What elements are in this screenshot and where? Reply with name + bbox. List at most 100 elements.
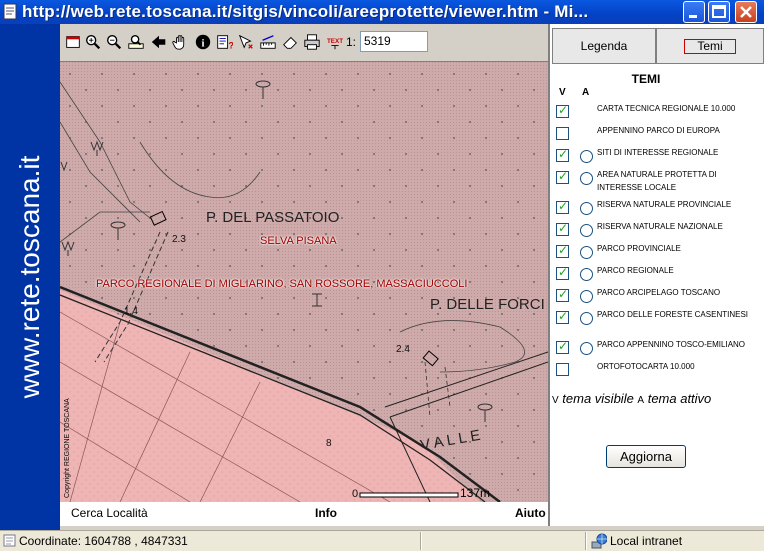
tab-themes[interactable]: Temi (656, 28, 764, 64)
layer-visible-checkbox[interactable] (556, 363, 569, 376)
scale-input[interactable]: 5319 (360, 31, 428, 52)
layer-visible-checkbox[interactable] (556, 243, 569, 258)
coordinates-readout: Coordinate: 1604788 , 4847331 (19, 534, 188, 548)
scalebar-start: 0 (352, 488, 359, 500)
layer-row: CARTA TECNICA REGIONALE 10.000 (556, 102, 762, 124)
layer-row: PARCO PROVINCIALE (556, 242, 762, 264)
brand-sidebar: www.rete.toscana.it (0, 24, 60, 530)
layer-row: PARCO APPENNINO TOSCO-EMILIANO (556, 338, 762, 360)
layer-row: APPENNINO PARCO DI EUROPA (556, 124, 762, 146)
area-label-parco: PARCO REGIONALE DI MIGLIARINO, SAN ROSSO… (96, 278, 468, 290)
pan-hand-icon[interactable] (171, 32, 191, 52)
intranet-globe-icon (591, 533, 607, 549)
layer-active-radio[interactable] (580, 202, 593, 215)
print-icon[interactable] (302, 32, 322, 52)
layer-active-radio[interactable] (580, 342, 593, 355)
layer-visible-checkbox[interactable] (556, 147, 569, 162)
panel-tabs: Legenda Temi (550, 28, 764, 64)
info-link[interactable]: Info (315, 506, 337, 520)
layer-label: CARTA TECNICA REGIONALE 10.000 (597, 104, 736, 113)
layer-label: PARCO ARCIPELAGO TOSCANO (597, 288, 721, 297)
security-zone: Local intranet (610, 534, 683, 548)
spot-height: 1.4 (124, 306, 138, 317)
maximize-icon (712, 5, 726, 18)
layer-row: SITI DI INTERESSE REGIONALE (556, 146, 762, 168)
col-head-active: A (582, 87, 590, 98)
map-bottom-bar: Cerca Località Info Aiuto (60, 502, 548, 526)
minimize-icon (689, 15, 697, 18)
eraser-icon[interactable] (280, 32, 300, 52)
layer-row: RISERVA NATURALE NAZIONALE (556, 220, 762, 242)
layer-visible-checkbox[interactable] (556, 127, 569, 140)
layer-visible-checkbox[interactable] (556, 265, 569, 280)
status-bar: Coordinate: 1604788 , 4847331 Local intr… (0, 530, 764, 551)
layer-visible-checkbox[interactable] (556, 309, 569, 324)
layer-label: SITI DI INTERESSE REGIONALE (597, 148, 719, 157)
layer-active-radio[interactable] (580, 268, 593, 281)
search-locality-link[interactable]: Cerca Località (71, 506, 148, 520)
layer-row: ORTOFOTOCARTA 10.000 (556, 360, 762, 382)
layer-active-radio[interactable] (580, 312, 593, 325)
layer-label: APPENNINO PARCO DI EUROPA (597, 126, 720, 135)
map-copyright: Copyright REGIONE TOSCANA (64, 398, 71, 498)
layer-active-radio[interactable] (580, 172, 593, 185)
layer-label: ORTOFOTOCARTA 10.000 (597, 362, 695, 371)
close-button[interactable] (735, 1, 757, 23)
layer-visible-checkbox[interactable] (556, 221, 569, 236)
help-link[interactable]: Aiuto (515, 506, 546, 520)
layer-active-radio[interactable] (580, 290, 593, 303)
layer-visible-checkbox[interactable] (556, 199, 569, 214)
layer-label: AREA NATURALE PROTETTA DI INTERESSE LOCA… (597, 170, 717, 192)
layer-row: PARCO ARCIPELAGO TOSCANO (556, 286, 762, 308)
scalebar-end: 137m (460, 486, 491, 500)
locality-forci: P. DELLE FORCI (430, 296, 545, 313)
layer-row: PARCO DELLE FORESTE CASENTINESI (556, 308, 762, 334)
zoom-in-icon[interactable] (83, 32, 103, 52)
note-visible-key: V (552, 395, 559, 406)
svg-text:i: i (202, 38, 205, 50)
minimize-button[interactable] (683, 1, 705, 23)
layer-label: RISERVA NATURALE PROVINCIALE (597, 200, 732, 209)
map-view[interactable]: P. DEL PASSATOIO P. DELLE FORCI V A L L … (60, 62, 548, 502)
scale-prefix: 1: (346, 35, 357, 49)
maximize-button[interactable] (708, 1, 730, 23)
page-status-icon (3, 534, 16, 547)
layer-label: PARCO DELLE FORESTE CASENTINESI (597, 310, 748, 319)
layer-visible-checkbox[interactable] (556, 339, 569, 354)
layer-active-radio[interactable] (580, 224, 593, 237)
spot-height: 8 (326, 438, 332, 449)
text-icon[interactable]: TEXT (325, 32, 345, 52)
locality-passatoio: P. DEL PASSATOIO (206, 209, 340, 226)
window-title: http://web.rete.toscana.it/sitgis/vincol… (22, 2, 589, 21)
note-active-text: tema attivo (644, 391, 712, 406)
tab-legend[interactable]: Legenda (552, 28, 656, 64)
zoom-window-icon[interactable] (126, 32, 146, 52)
spot-height: 2.3 (172, 234, 186, 245)
note-visible-text: tema visibile (558, 391, 638, 406)
back-icon[interactable] (149, 32, 169, 52)
status-divider (585, 532, 587, 550)
layer-visible-checkbox[interactable] (556, 169, 569, 184)
measure-icon[interactable] (258, 32, 278, 52)
col-head-visible: V (559, 87, 566, 98)
info-icon[interactable]: i (193, 32, 213, 52)
status-divider (420, 532, 422, 550)
layer-row: RISERVA NATURALE PROVINCIALE (556, 198, 762, 220)
layer-active-radio[interactable] (580, 150, 593, 163)
layer-visible-checkbox[interactable] (556, 287, 569, 302)
full-extent-icon[interactable] (63, 32, 83, 52)
title-bar: http://web.rete.toscana.it/sitgis/vincol… (0, 0, 764, 24)
zoom-out-icon[interactable] (104, 32, 124, 52)
map-toolbar: i ? TEXT 1: 5319 (60, 24, 548, 62)
query-icon[interactable]: ? (214, 32, 234, 52)
svg-text:TEXT: TEXT (327, 38, 343, 45)
layer-row: AREA NATURALE PROTETTA DI INTERESSE LOCA… (556, 168, 762, 194)
layer-label: PARCO REGIONALE (597, 266, 674, 275)
layer-visible-checkbox[interactable] (556, 103, 569, 118)
layer-label: PARCO APPENNINO TOSCO-EMILIANO (597, 340, 746, 349)
layer-active-radio[interactable] (580, 246, 593, 259)
svg-text:?: ? (229, 40, 235, 50)
select-icon[interactable] (236, 32, 256, 52)
brand-text: www.rete.toscana.it (14, 155, 45, 399)
update-button[interactable]: Aggiorna (606, 445, 686, 468)
